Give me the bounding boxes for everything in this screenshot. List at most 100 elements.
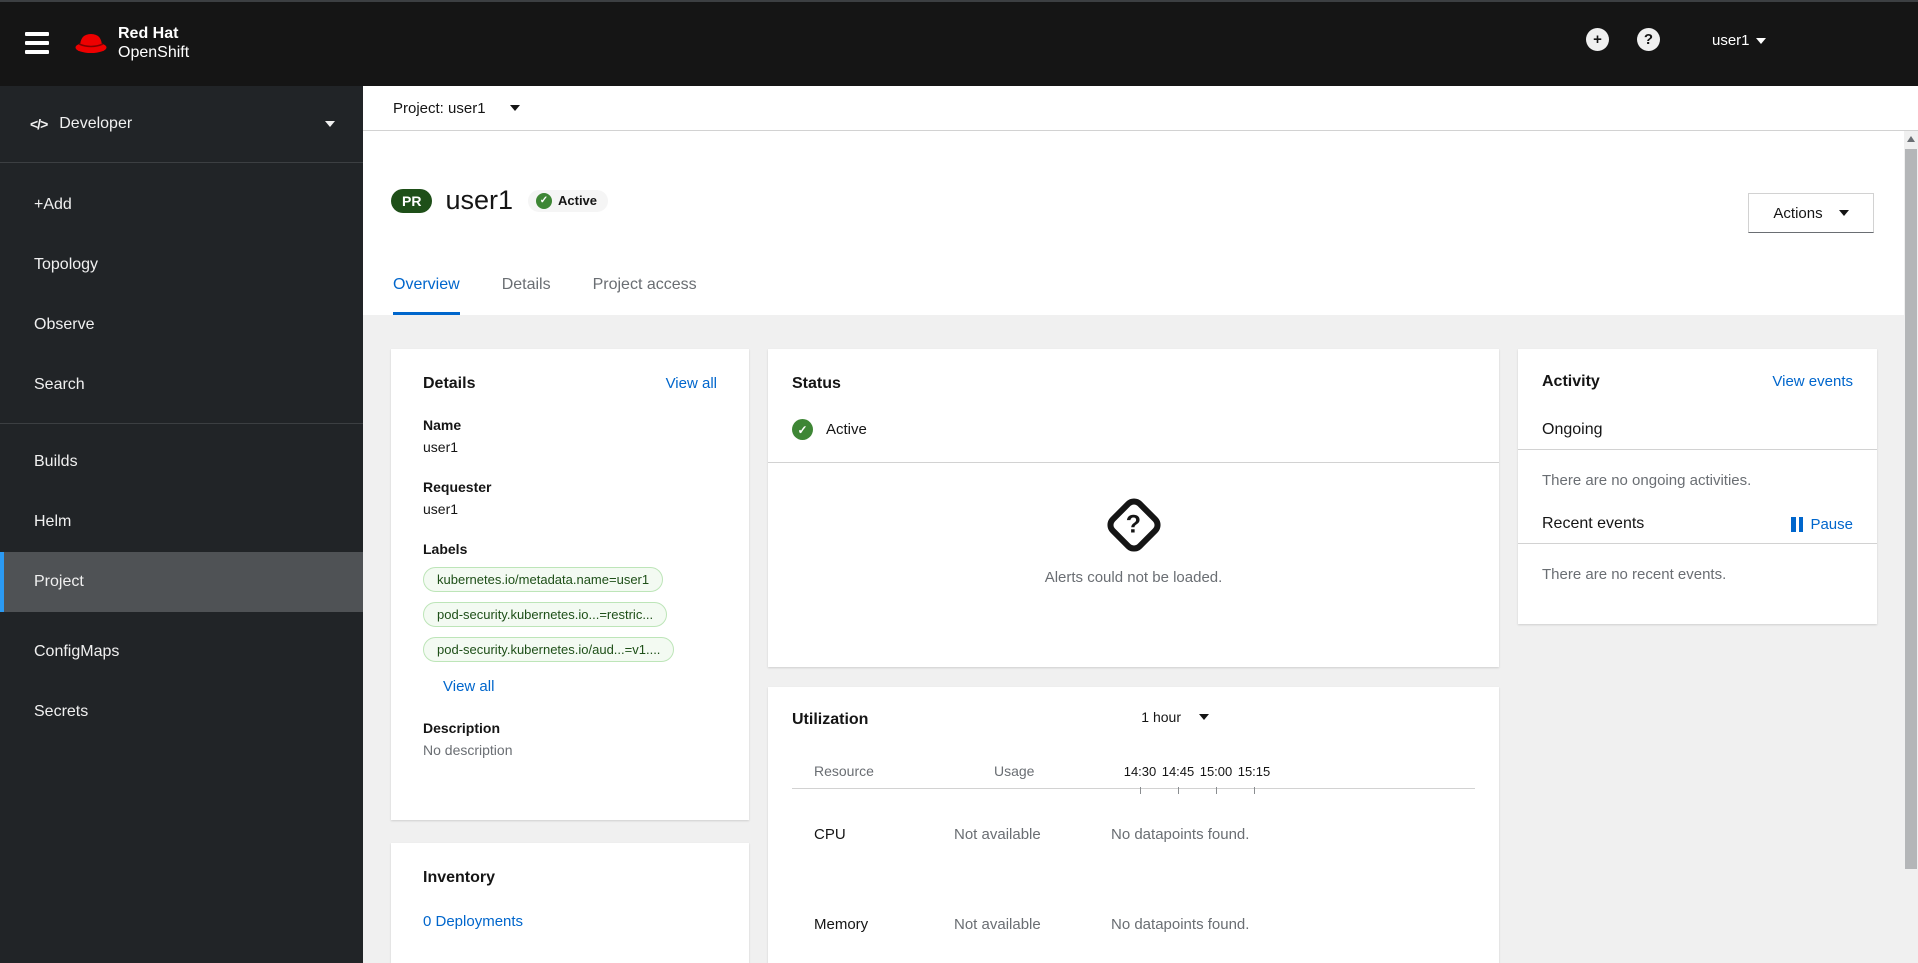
ongoing-section-label: Ongoing	[1542, 421, 1603, 438]
sidebar-item-builds[interactable]: Builds	[0, 432, 363, 492]
sidebar-item-add[interactable]: +Add	[0, 175, 363, 235]
time-tick-label: 14:30	[1121, 764, 1159, 794]
check-circle-icon: ✓	[792, 419, 813, 440]
details-view-all-link[interactable]: View all	[666, 375, 717, 392]
labels-label: Labels	[423, 541, 468, 557]
scrollbar-thumb[interactable]	[1905, 149, 1917, 869]
utilization-row-cpu: CPU Not available No datapoints found.	[792, 789, 1475, 879]
sidebar-item-helm[interactable]: Helm	[0, 492, 363, 552]
utilization-card: Utilization 1 hour Resource Usage 14:30 …	[768, 687, 1499, 963]
utilization-header-row: Resource Usage 14:30 14:45 15:00 15:15	[792, 743, 1475, 794]
tab-details[interactable]: Details	[502, 270, 551, 315]
brand-name-bottom: OpenShift	[118, 44, 190, 61]
chevron-down-icon[interactable]	[509, 105, 520, 111]
usage-value: Not available	[954, 915, 1041, 933]
description-label: Description	[423, 720, 501, 736]
sidebar-item-observe[interactable]: Observe	[0, 295, 363, 355]
check-circle-icon: ✓	[536, 192, 552, 209]
project-selector-bar: Project: user1	[363, 86, 1918, 131]
chevron-down-icon	[1838, 210, 1849, 216]
ongoing-empty-message: There are no ongoing activities.	[1542, 472, 1752, 489]
chevron-down-icon	[1199, 714, 1209, 720]
duration-value: 1 hour	[1141, 709, 1181, 725]
sidebar-item-topology[interactable]: Topology	[0, 235, 363, 295]
datapoints-message: No datapoints found.	[1111, 915, 1250, 933]
label-chip[interactable]: pod-security.kubernetes.io/aud...=v1....	[423, 637, 675, 662]
brand-logo: Red Hat OpenShift	[74, 24, 189, 62]
duration-select[interactable]: 1 hour	[1141, 709, 1209, 725]
sidebar-item-secrets[interactable]: Secrets	[0, 682, 363, 742]
status-badge: ✓ Active	[528, 189, 609, 212]
labels-view-all-link[interactable]: View all	[443, 678, 494, 695]
menu-toggle-icon[interactable]	[25, 32, 49, 58]
scroll-up-button[interactable]	[1904, 131, 1918, 147]
status-card-title: Status	[792, 375, 841, 392]
axis-tick	[1178, 787, 1179, 794]
details-card-title: Details	[423, 375, 476, 392]
deployments-link[interactable]: 0 Deployments	[423, 913, 523, 930]
recent-events-label: Recent events	[1542, 515, 1645, 532]
label-chip[interactable]: pod-security.kubernetes.io...=restric...	[423, 602, 668, 627]
tab-bar: Overview Details Project access	[363, 270, 1904, 315]
utilization-card-title: Utilization	[792, 711, 869, 728]
description-value: No description	[423, 742, 513, 758]
inventory-card-title: Inventory	[423, 869, 496, 886]
alerts-empty-message: Alerts could not be loaded.	[1044, 569, 1223, 586]
resource-name: Memory	[814, 915, 869, 933]
tab-project-access[interactable]: Project access	[593, 270, 697, 315]
utilization-row-memory: Memory Not available No datapoints found…	[792, 879, 1475, 963]
card-divider	[768, 462, 1499, 463]
project-selector[interactable]: Project: user1	[393, 100, 486, 117]
axis-tick	[1216, 787, 1217, 794]
main-area: Project: user1 PR user1 ✓ Active Actions…	[363, 86, 1918, 963]
pause-button-label: Pause	[1810, 515, 1853, 533]
pause-events-button[interactable]: Pause	[1791, 516, 1853, 533]
card-divider	[1518, 449, 1877, 450]
card-divider	[1518, 543, 1877, 544]
time-tick-label: 15:15	[1235, 764, 1273, 794]
activity-card-title: Activity	[1542, 373, 1600, 390]
sidebar-item-search[interactable]: Search	[0, 355, 363, 415]
unknown-alerts-icon: ?	[1102, 493, 1165, 557]
chevron-down-icon	[1755, 37, 1766, 44]
sidebar-item-configmaps[interactable]: ConfigMaps	[0, 622, 363, 682]
actions-button-label: Actions	[1773, 204, 1823, 222]
sidebar-item-project[interactable]: Project	[0, 552, 363, 612]
usage-column-header: Usage	[994, 763, 1035, 779]
chevron-down-icon	[325, 121, 335, 127]
datapoints-message: No datapoints found.	[1111, 825, 1250, 843]
user-menu[interactable]: user1	[1712, 32, 1766, 49]
brand-name-top: Red Hat	[118, 25, 179, 42]
recent-empty-message: There are no recent events.	[1542, 566, 1727, 583]
status-badge-label: Active	[558, 193, 598, 208]
name-value: user1	[423, 439, 459, 455]
time-tick-label: 15:00	[1197, 764, 1235, 794]
masthead: Red Hat OpenShift + ? user1	[0, 0, 1918, 86]
tab-overview[interactable]: Overview	[393, 270, 460, 315]
project-status-text: Active	[826, 421, 867, 438]
requester-value: user1	[423, 501, 459, 517]
vertical-scrollbar[interactable]	[1904, 131, 1918, 963]
redhat-fedora-icon	[75, 34, 107, 53]
view-events-link[interactable]: View events	[1772, 373, 1853, 390]
inventory-card: Inventory 0 Deployments	[391, 843, 749, 963]
perspective-switcher[interactable]: </> Developer	[0, 86, 363, 163]
page-header: PR user1 ✓ Active Actions	[363, 131, 1904, 270]
pause-icon	[1791, 516, 1804, 532]
actions-button[interactable]: Actions	[1748, 193, 1874, 233]
username: user1	[1712, 32, 1750, 49]
time-axis: 14:30 14:45 15:00 15:15	[1111, 764, 1475, 794]
time-tick-label: 14:45	[1159, 764, 1197, 794]
label-chip[interactable]: kubernetes.io/metadata.name=user1	[423, 567, 664, 592]
activity-card: Activity View events Ongoing There are n…	[1518, 349, 1877, 624]
create-plus-icon[interactable]: +	[1586, 28, 1609, 51]
code-icon: </>	[30, 116, 48, 132]
details-card: Details View all Name user1 Requester us…	[391, 349, 749, 820]
help-icon[interactable]: ?	[1637, 28, 1660, 51]
usage-value: Not available	[954, 825, 1041, 843]
perspective-label: Developer	[59, 115, 133, 132]
sidebar-divider	[0, 423, 363, 424]
sidebar-nav: </> Developer +Add Topology Observe Sear…	[0, 86, 363, 963]
page-title: user1	[445, 185, 513, 215]
axis-tick	[1140, 787, 1141, 794]
